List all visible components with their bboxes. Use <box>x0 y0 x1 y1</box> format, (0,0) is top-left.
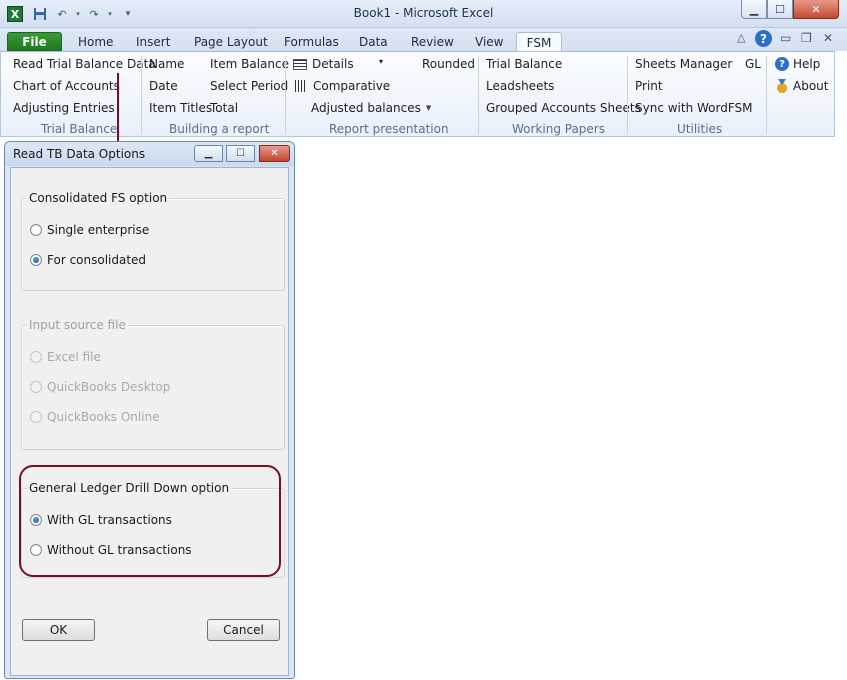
group-label-working-papers: Working Papers <box>512 122 605 136</box>
chevron-down-icon: ▼ <box>425 104 432 112</box>
tab-fsm[interactable]: FSM <box>516 32 562 52</box>
ribbon-separator <box>478 56 479 134</box>
radio-disabled-icon <box>30 411 42 423</box>
details-button[interactable]: Details <box>293 57 354 71</box>
read-trial-balance-data-button[interactable]: Read Trial Balance Data <box>13 57 156 71</box>
select-period-button[interactable]: Select Period <box>210 79 288 93</box>
ribbon-separator <box>141 56 142 134</box>
adjusted-balances-label: Adjusted balances <box>311 101 421 115</box>
total-button[interactable]: Total <box>210 101 238 115</box>
ok-button[interactable]: OK <box>22 619 95 641</box>
tab-data[interactable]: Data <box>359 32 388 51</box>
dialog-titlebar[interactable]: Read TB Data Options ▁ ☐ ✕ <box>5 142 294 166</box>
adjusted-balances-dropdown[interactable]: Adjusted balances ▼ <box>311 101 431 115</box>
window-title: Book1 - Microsoft Excel <box>353 6 494 20</box>
workbook-restore-icon[interactable]: ❐ <box>801 31 812 45</box>
tab-view[interactable]: View <box>475 32 503 51</box>
about-label: About <box>793 79 829 93</box>
ribbon-separator <box>285 56 286 134</box>
single-enterprise-label: Single enterprise <box>47 223 150 237</box>
tab-home[interactable]: Home <box>78 32 113 51</box>
chart-of-accounts-button[interactable]: Chart of Accounts <box>13 79 120 93</box>
help-label: Help <box>793 57 821 71</box>
tab-review[interactable]: Review <box>411 32 454 51</box>
dialog-maximize-button[interactable]: ☐ <box>226 145 255 162</box>
comparative-label: Comparative <box>313 79 391 93</box>
date-button[interactable]: Date <box>149 79 178 93</box>
ribbon-separator <box>766 56 767 134</box>
tab-page-layout[interactable]: Page Layout <box>194 32 268 51</box>
minimize-button[interactable]: ▁ <box>741 0 767 19</box>
callout-highlight-frame <box>19 465 281 577</box>
maximize-button[interactable]: ☐ <box>767 0 793 19</box>
group-label-trial-balance: Trial Balance <box>41 122 118 136</box>
group-label-utilities: Utilities <box>677 122 723 136</box>
rounded-button[interactable]: Rounded <box>422 57 475 71</box>
quickbooks-desktop-radio: QuickBooks Desktop <box>30 380 170 394</box>
radio-checked-icon <box>30 254 42 266</box>
dialog-title: Read TB Data Options <box>13 147 146 161</box>
excel-file-label: Excel file <box>47 350 101 364</box>
ribbon-separator <box>627 56 628 134</box>
sync-with-wordfsm-button[interactable]: Sync with WordFSM <box>635 101 753 115</box>
window-titlebar: X ↶ ▾ ↷ ▾ ▾ Book1 - Microsoft Excel ▁ ☐ … <box>0 0 847 28</box>
tab-formulas[interactable]: Formulas <box>284 32 339 51</box>
gl-button[interactable]: GL <box>745 57 761 71</box>
leadsheets-button[interactable]: Leadsheets <box>486 79 554 93</box>
sheets-manager-button[interactable]: Sheets Manager <box>635 57 732 71</box>
adjusting-entries-button[interactable]: Adjusting Entries <box>13 101 115 115</box>
quickbooks-desktop-label: QuickBooks Desktop <box>47 380 171 394</box>
group-label-report-presentation: Report presentation <box>329 122 449 136</box>
minimize-ribbon-icon[interactable]: △ <box>737 31 745 44</box>
item-titles-button[interactable]: Item Titles <box>149 101 212 115</box>
details-label: Details <box>312 57 354 71</box>
dialog-close-button[interactable]: ✕ <box>259 145 290 162</box>
radio-unchecked-icon <box>30 224 42 236</box>
medal-icon <box>776 79 788 93</box>
radio-disabled-icon <box>30 381 42 393</box>
callout-connector-line <box>117 73 119 145</box>
item-balance-button[interactable]: Item Balance <box>210 57 289 71</box>
dialog-minimize-button[interactable]: ▁ <box>194 145 223 162</box>
tab-file[interactable]: File <box>7 32 62 51</box>
consolidated-fs-group <box>21 198 285 291</box>
workbook-minimize-icon[interactable]: ▭ <box>780 31 791 45</box>
for-consolidated-radio[interactable]: For consolidated <box>30 253 146 267</box>
radio-disabled-icon <box>30 351 42 363</box>
ribbon-tabs: File Home Insert Page Layout Formulas Da… <box>0 28 847 52</box>
comparative-button[interactable]: Comparative <box>295 79 390 93</box>
tab-insert[interactable]: Insert <box>136 32 170 51</box>
name-button[interactable]: Name <box>149 57 184 71</box>
for-consolidated-label: For consolidated <box>47 253 147 267</box>
trial-balance-sheet-button[interactable]: Trial Balance <box>486 57 562 71</box>
quickbooks-online-radio: QuickBooks Online <box>30 410 160 424</box>
input-source-legend: Input source file <box>27 318 128 332</box>
help-button[interactable]: ? Help <box>775 57 820 71</box>
details-icon <box>293 58 307 70</box>
comparative-icon <box>295 80 307 92</box>
consolidated-fs-legend: Consolidated FS option <box>27 191 170 205</box>
workbook-close-icon[interactable]: ✕ <box>823 31 833 45</box>
dialog-body: Consolidated FS option Single enterprise… <box>10 167 289 676</box>
ribbon-fsm: Read Trial Balance Data Chart of Account… <box>0 51 835 137</box>
print-button[interactable]: Print <box>635 79 663 93</box>
help-icon: ? <box>775 57 789 71</box>
close-button[interactable]: ✕ <box>793 0 839 19</box>
grouped-accounts-sheets-button[interactable]: Grouped Accounts Sheets <box>486 101 641 115</box>
excel-file-radio: Excel file <box>30 350 101 364</box>
about-button[interactable]: About <box>776 79 828 93</box>
single-enterprise-radio[interactable]: Single enterprise <box>30 223 149 237</box>
group-label-building-a-report: Building a report <box>169 122 270 136</box>
quickbooks-online-label: QuickBooks Online <box>47 410 160 424</box>
cancel-button[interactable]: Cancel <box>207 619 280 641</box>
read-tb-data-options-dialog: Read TB Data Options ▁ ☐ ✕ Consolidated … <box>4 141 295 679</box>
help-icon[interactable]: ? <box>755 30 772 47</box>
details-dropdown-icon[interactable]: ▾ <box>379 57 383 66</box>
